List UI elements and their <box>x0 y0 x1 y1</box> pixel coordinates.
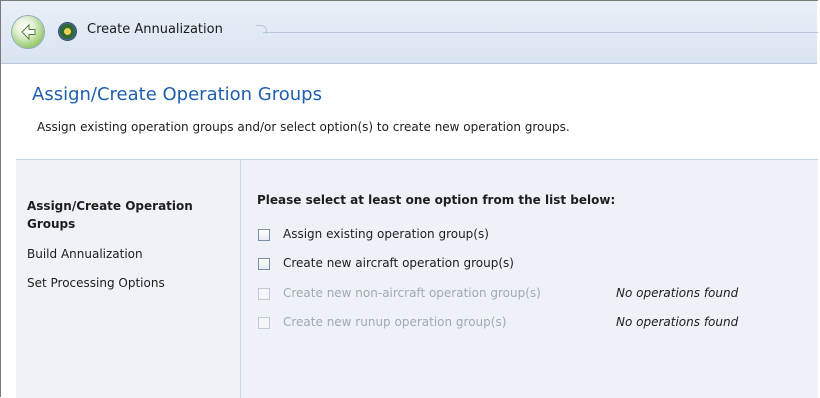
option-create-aircraft-checkbox[interactable] <box>258 258 270 270</box>
option-create-runup-checkbox <box>258 317 270 329</box>
title-bar: Create Annualization <box>1 1 818 64</box>
instruction-text: Please select at least one option from t… <box>257 193 616 207</box>
option-label[interactable]: Assign existing operation group(s) <box>283 227 489 241</box>
window-title: Create Annualization <box>87 22 223 37</box>
option-note: No operations found <box>616 286 739 300</box>
option-note: No operations found <box>616 315 739 329</box>
option-create-non-aircraft-checkbox <box>258 288 270 300</box>
options-panel: Please select at least one option from t… <box>241 160 818 398</box>
nav-item-build-annualization[interactable]: Build Annualization <box>27 245 143 263</box>
back-arrow-icon[interactable] <box>12 16 44 48</box>
page-title: Assign/Create Operation Groups <box>32 84 322 105</box>
title-tab-line <box>263 32 818 33</box>
option-label[interactable]: Create new aircraft operation group(s) <box>283 256 514 270</box>
page-subtitle: Assign existing operation groups and/or … <box>37 120 570 134</box>
option-create-non-aircraft: Create new non-aircraft operation group(… <box>258 285 808 305</box>
option-create-runup: Create new runup operation group(s) No o… <box>258 314 808 334</box>
option-label: Create new non-aircraft operation group(… <box>283 286 541 300</box>
option-label: Create new runup operation group(s) <box>283 315 507 329</box>
option-assign-existing-checkbox[interactable] <box>258 229 270 241</box>
app-globe-icon <box>59 23 76 40</box>
nav-item-assign-create[interactable]: Assign/Create Operation Groups <box>27 197 227 233</box>
option-create-aircraft[interactable]: Create new aircraft operation group(s) <box>258 255 808 275</box>
wizard-nav: Assign/Create Operation Groups Build Ann… <box>16 160 241 398</box>
nav-item-set-processing-options[interactable]: Set Processing Options <box>27 274 165 292</box>
option-assign-existing[interactable]: Assign existing operation group(s) <box>258 226 808 246</box>
